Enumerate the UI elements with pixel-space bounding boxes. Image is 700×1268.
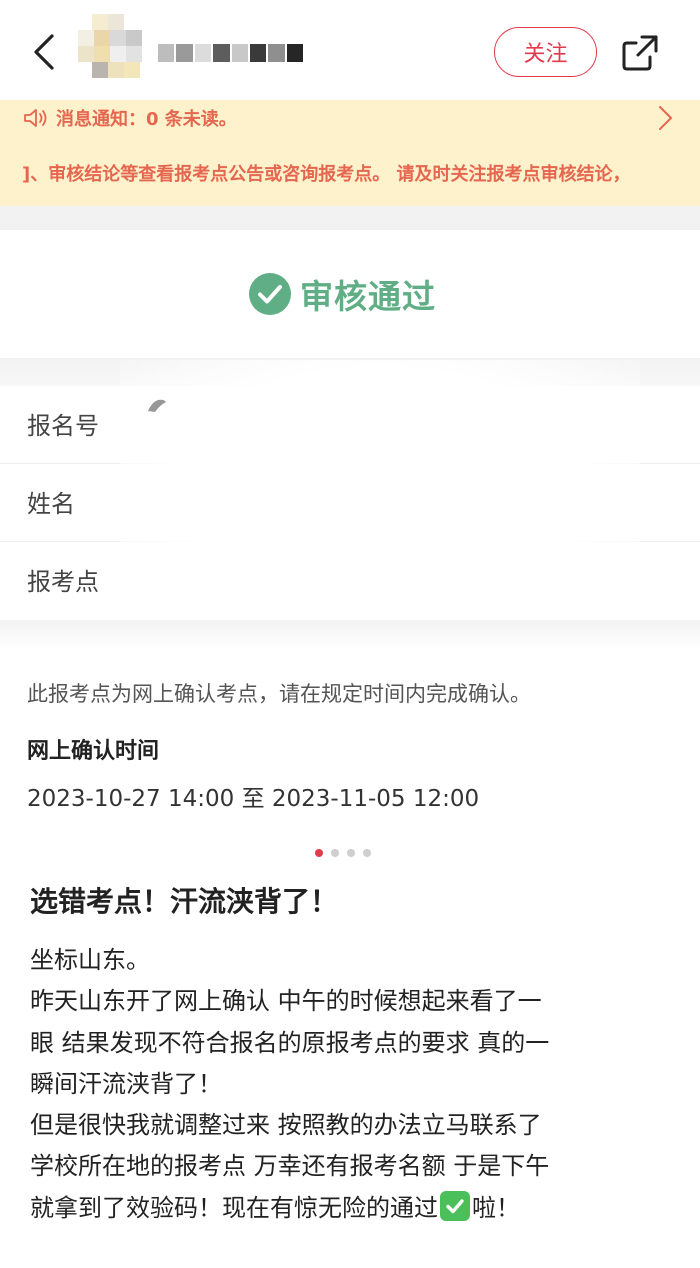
notice-message-text: 消息通知：0 条未读。 <box>56 109 237 130</box>
info-row-name: 姓名 <box>0 464 700 542</box>
check-mark-emoji-icon <box>440 1190 470 1221</box>
share-icon <box>622 35 658 71</box>
confirm-time: 2023-10-27 14:00 至 2023-11-05 12:00 <box>27 786 480 812</box>
info-label: 报考点 <box>27 568 99 596</box>
info-label: 姓名 <box>27 490 75 518</box>
follow-button[interactable]: 关注 <box>494 27 597 77</box>
info-row-exam-site: 报考点 <box>0 542 700 620</box>
share-button[interactable] <box>620 33 660 73</box>
post-line: 昨天山东开了网上确认 中午的时候想起来看了一 <box>30 987 542 1016</box>
carousel-dot[interactable] <box>331 849 339 857</box>
confirm-title: 网上确认时间 <box>27 739 160 764</box>
redaction-smudge <box>148 399 166 412</box>
post-line: 眼 结果发现不符合报名的原报考点的要求 真的一 <box>30 1028 550 1057</box>
post-line: 瞬间汗流浃背了！ <box>30 1069 222 1098</box>
post-line: 学校所在地的报考点 万幸还有报考名额 于是下午 <box>30 1152 550 1181</box>
confirm-note: 此报考点为网上确认考点，请在规定时间内完成确认。 <box>27 682 531 706</box>
status-text: 审核通过 <box>300 277 436 316</box>
chevron-left-icon <box>34 34 54 70</box>
post-line: 坐标山东。 <box>30 946 150 974</box>
section-gap <box>0 358 700 386</box>
info-label: 报名号 <box>27 412 99 440</box>
review-status: 审核通过 <box>248 270 436 318</box>
carousel-indicator <box>315 849 371 859</box>
notice-message[interactable]: 消息通知：0 条未读。 <box>22 104 237 132</box>
speaker-icon <box>24 109 47 127</box>
check-circle-icon <box>249 273 291 315</box>
post-body: 坐标山东。 昨天山东开了网上确认 中午的时候想起来看了一 眼 结果发现不符合报名… <box>30 940 670 1229</box>
carousel-dot[interactable] <box>315 849 323 857</box>
applicant-info: 报名号 姓名 报考点 <box>0 386 700 620</box>
post-title: 选错考点！汗流浃背了！ <box>30 885 339 918</box>
notice-banner-text: ]、审核结论等查看报考点公告或咨询报考点。 请及时关注报考点审核结论， <box>22 164 631 185</box>
section-gap <box>0 620 700 650</box>
back-button[interactable] <box>28 30 62 74</box>
chevron-right-icon[interactable] <box>654 104 676 132</box>
section-gap <box>0 206 700 230</box>
post-text: 就拿到了效验码！现在有惊无险的通过 <box>30 1193 438 1222</box>
username-redacted <box>158 44 303 62</box>
post-line: 但是很快我就调整过来 按照教的办法立马联系了 <box>30 1111 542 1140</box>
top-bar: 关注 <box>0 0 700 100</box>
post-line-last: 就拿到了效验码！现在有惊无险的通过 啦！ <box>30 1188 670 1229</box>
carousel-dot[interactable] <box>347 849 355 857</box>
info-row-registration-number: 报名号 <box>0 386 700 464</box>
carousel-dot[interactable] <box>363 849 371 857</box>
avatar[interactable] <box>78 14 144 80</box>
post-text: 啦！ <box>472 1193 520 1222</box>
